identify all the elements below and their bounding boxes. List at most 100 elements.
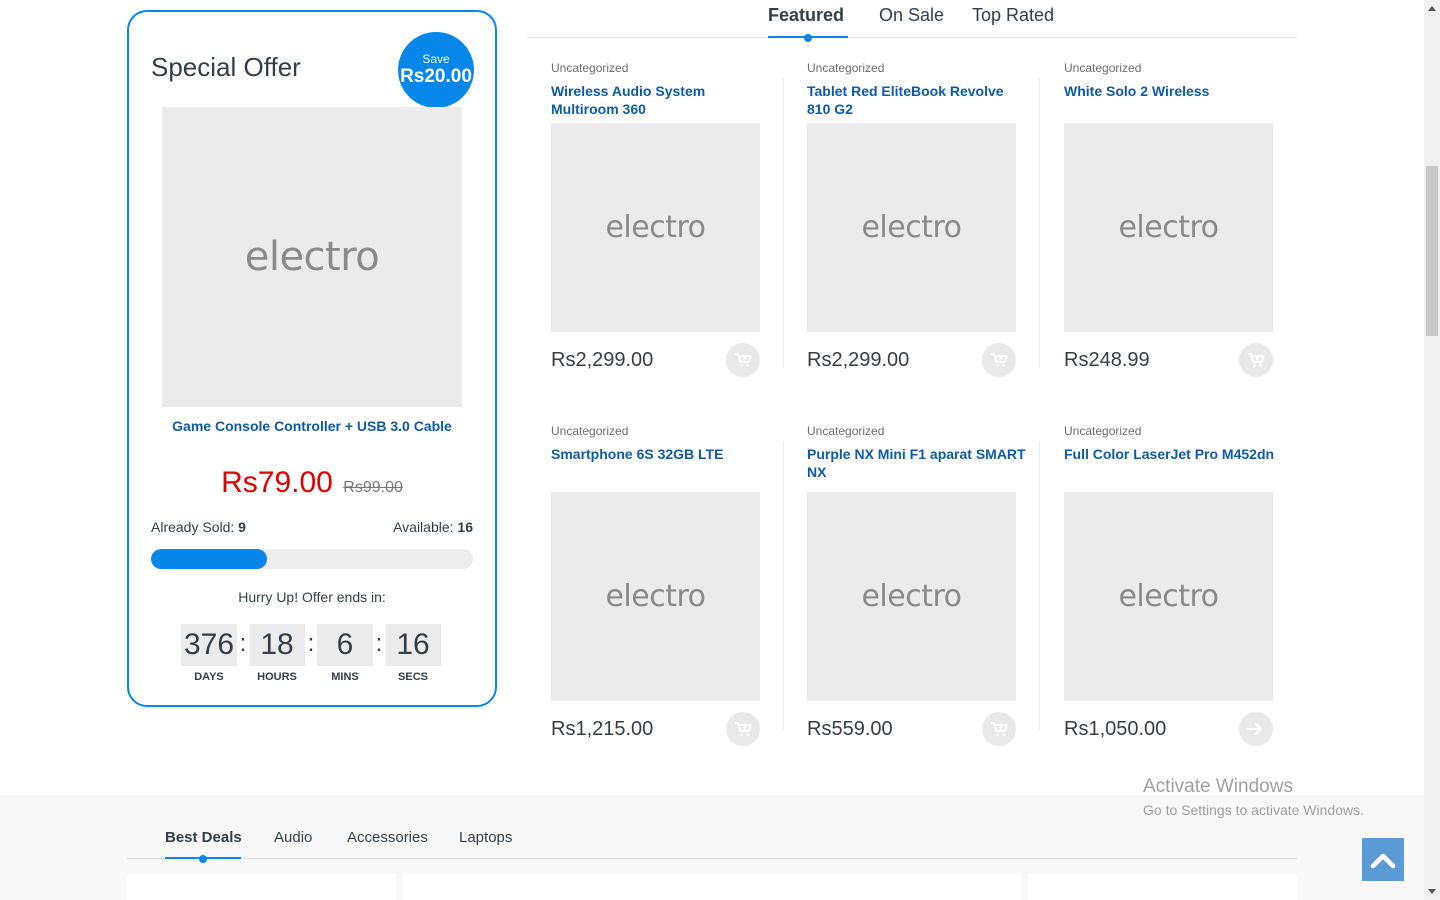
windows-activation-watermark: Activate Windows Go to Settings to activ… <box>1143 776 1364 818</box>
product-title-link[interactable]: Purple NX Mini F1 aparat SMART NX <box>807 445 1027 481</box>
countdown-hours: 18 HOURS <box>249 624 305 683</box>
tab-accessories[interactable]: Accessories <box>347 829 428 846</box>
countdown-secs: 16 SECS <box>385 624 441 683</box>
stock-info: Already Sold: 9 Available: 16 <box>151 519 473 535</box>
product-card: Uncategorized Tablet Red EliteBook Revol… <box>807 61 1017 381</box>
product-title-link[interactable]: White Solo 2 Wireless <box>1064 82 1284 100</box>
countdown-mins-value: 6 <box>317 624 373 666</box>
column-divider <box>783 441 784 731</box>
active-tab-indicator-dot <box>199 855 207 863</box>
save-label: Save <box>422 52 450 66</box>
add-to-cart-button[interactable] <box>1239 343 1273 377</box>
product-image[interactable]: electro <box>807 123 1016 332</box>
stock-progress-fill <box>151 549 267 569</box>
countdown-mins-label: MINS <box>331 671 359 683</box>
product-card: Uncategorized Smartphone 6S 32GB LTE ele… <box>551 424 761 746</box>
chevron-up-icon <box>1370 853 1396 868</box>
product-card: Uncategorized Purple NX Mini F1 aparat S… <box>807 424 1026 746</box>
save-badge: Save Rs20.00 <box>398 32 474 108</box>
stock-progress-bar <box>151 549 473 569</box>
tab-audio[interactable]: Audio <box>274 829 312 846</box>
page-scrollbar-thumb[interactable] <box>1426 166 1438 336</box>
tab-best-deals[interactable]: Best Deals <box>165 829 242 846</box>
cart-icon <box>1248 353 1265 367</box>
deal-card[interactable] <box>1028 874 1297 900</box>
product-price: Rs2,299.00 <box>551 349 654 371</box>
product-image[interactable]: electro <box>1064 123 1273 332</box>
image-placeholder-logo: electro <box>861 579 962 614</box>
product-category[interactable]: Uncategorized <box>551 61 628 75</box>
product-price: Rs1,050.00 <box>1064 718 1167 740</box>
product-title-link[interactable]: Wireless Audio System Multiroom 360 <box>551 82 771 118</box>
column-divider <box>1039 441 1040 731</box>
available-label: Available: <box>393 519 454 535</box>
tab-on-sale[interactable]: On Sale <box>879 5 944 26</box>
special-offer-card: Special Offer Save Rs20.00 electro Game … <box>127 10 497 707</box>
cart-icon <box>735 722 752 736</box>
product-image[interactable]: electro <box>551 123 760 332</box>
special-offer-product-link[interactable]: Game Console Controller + USB 3.0 Cable <box>129 418 495 434</box>
special-offer-image[interactable]: electro <box>162 107 462 407</box>
available-value: 16 <box>457 519 473 535</box>
countdown-separator: : <box>307 630 315 657</box>
arrow-right-icon <box>1247 723 1262 735</box>
product-title-link[interactable]: Tablet Red EliteBook Revolve 810 G2 <box>807 82 1027 118</box>
special-offer-title: Special Offer <box>151 52 301 82</box>
product-card: Uncategorized Full Color LaserJet Pro M4… <box>1064 424 1274 746</box>
active-tab-indicator-dot <box>804 34 812 42</box>
add-to-cart-button[interactable] <box>726 712 760 746</box>
product-image[interactable]: electro <box>1064 492 1273 701</box>
offer-ends-text: Hurry Up! Offer ends in: <box>238 589 386 605</box>
product-category[interactable]: Uncategorized <box>807 424 884 438</box>
column-divider <box>1039 78 1040 368</box>
available: Available: 16 <box>393 519 473 535</box>
already-sold: Already Sold: 9 <box>151 519 246 535</box>
countdown-days: 376 DAYS <box>181 624 237 683</box>
tab-laptops[interactable]: Laptops <box>459 829 512 846</box>
cart-icon <box>991 353 1008 367</box>
product-card: Uncategorized Wireless Audio System Mult… <box>551 61 761 381</box>
add-to-cart-button[interactable] <box>726 343 760 377</box>
cart-icon <box>735 353 752 367</box>
page-scrollbar-track[interactable] <box>1424 0 1440 900</box>
view-product-button[interactable] <box>1239 712 1273 746</box>
image-placeholder-logo: electro <box>861 210 962 245</box>
scroll-down-arrow-icon[interactable] <box>1424 884 1440 900</box>
product-price: Rs2,299.00 <box>807 349 910 371</box>
product-title-link[interactable]: Full Color LaserJet Pro M452dn <box>1064 445 1284 463</box>
already-sold-value: 9 <box>238 519 246 535</box>
product-category[interactable]: Uncategorized <box>1064 61 1141 75</box>
product-tabs: Featured On Sale Top Rated <box>527 0 1297 42</box>
tab-featured[interactable]: Featured <box>768 5 844 26</box>
product-category[interactable]: Uncategorized <box>1064 424 1141 438</box>
product-category[interactable]: Uncategorized <box>807 61 884 75</box>
deal-card[interactable] <box>403 874 1021 900</box>
scroll-up-arrow-icon[interactable] <box>1424 0 1440 16</box>
product-image[interactable]: electro <box>551 492 760 701</box>
product-category[interactable]: Uncategorized <box>551 424 628 438</box>
add-to-cart-button[interactable] <box>982 712 1016 746</box>
deal-card[interactable] <box>127 874 396 900</box>
add-to-cart-button[interactable] <box>982 343 1016 377</box>
tab-top-rated[interactable]: Top Rated <box>972 5 1054 26</box>
product-price: Rs1,215.00 <box>551 718 654 740</box>
watermark-subtitle: Go to Settings to activate Windows. <box>1143 802 1364 818</box>
product-card: Uncategorized White Solo 2 Wireless elec… <box>1064 61 1274 381</box>
product-image[interactable]: electro <box>807 492 1016 701</box>
image-placeholder-logo: electro <box>605 579 706 614</box>
countdown-hours-value: 18 <box>249 624 305 666</box>
scroll-to-top-button[interactable] <box>1362 838 1404 881</box>
already-sold-label: Already Sold: <box>151 519 235 535</box>
product-price: Rs248.99 <box>1064 349 1150 371</box>
save-amount: Rs20.00 <box>400 66 472 87</box>
image-placeholder-logo: electro <box>1118 579 1219 614</box>
image-placeholder-logo: electro <box>605 210 706 245</box>
product-price: Rs559.00 <box>807 718 893 740</box>
original-price: Rs99.00 <box>343 479 403 496</box>
special-offer-price: Rs79.00 Rs99.00 <box>129 466 495 500</box>
countdown-secs-value: 16 <box>385 624 441 666</box>
column-divider <box>783 78 784 368</box>
cart-icon <box>991 722 1008 736</box>
product-title-link[interactable]: Smartphone 6S 32GB LTE <box>551 445 771 463</box>
watermark-title: Activate Windows <box>1143 776 1293 797</box>
